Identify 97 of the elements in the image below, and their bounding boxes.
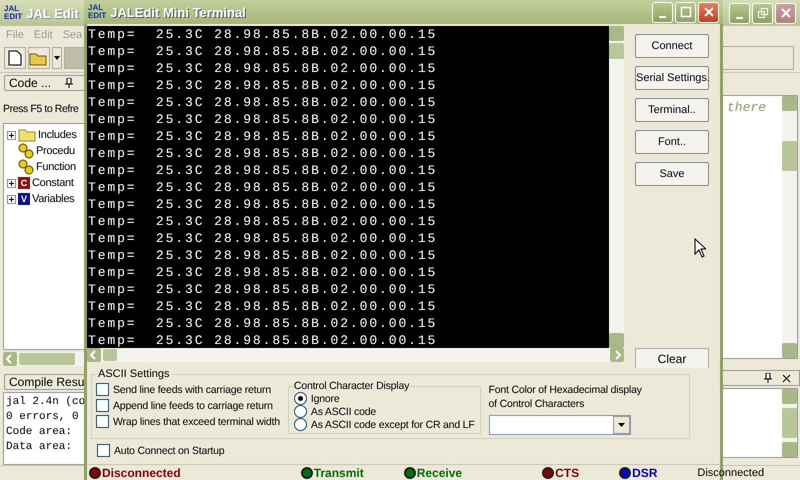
terminal-line: Temp= 25.3C 28.98.85.8B.02.00.00.15: [88, 298, 438, 315]
radio-label[interactable]: As ASCII code except for CR and LF: [310, 418, 475, 430]
terminal-line: Temp= 25.3C 28.98.85.8B.02.00.00.15: [88, 213, 438, 230]
terminal-line: Temp= 25.3C 28.98.85.8B.02.00.00.15: [88, 264, 438, 281]
app-logo: JAL EDIT: [88, 4, 106, 20]
checkbox-label[interactable]: Send line feeds with carriage return: [113, 384, 271, 396]
terminal-line: Temp= 25.3C 28.98.85.8B.02.00.00.15: [88, 332, 438, 348]
status-label: Receive: [416, 466, 462, 480]
horizontal-scrollbar[interactable]: [87, 348, 624, 362]
radio-label[interactable]: Ignore: [310, 392, 340, 404]
expand-icon[interactable]: [7, 194, 16, 204]
minimize-icon: [659, 16, 666, 18]
mouse-pointer-icon: [694, 238, 706, 258]
status-label: DSR: [632, 466, 658, 480]
maximize-icon: [680, 6, 692, 18]
tree-item[interactable]: Function: [36, 161, 76, 173]
folder-icon: [18, 128, 36, 142]
close-icon: [702, 6, 714, 18]
close-button[interactable]: [698, 2, 719, 22]
output-line: 0 errors, 0: [6, 411, 80, 425]
terminal-line: Temp= 25.3C 28.98.85.8B.02.00.00.15: [88, 196, 438, 213]
vertical-scrollbar[interactable]: [609, 26, 624, 348]
tree-item[interactable]: Procedu: [36, 145, 75, 157]
dropdown-arrow-icon: [618, 423, 625, 427]
field-label: of Control Characters: [488, 397, 586, 411]
status-label: Transmit: [314, 466, 364, 480]
terminal-line: Temp= 25.3C 28.98.85.8B.02.00.00.15: [88, 60, 438, 77]
tree-item[interactable]: Variables: [32, 193, 74, 205]
checkbox-label[interactable]: Append line feeds to carriage return: [113, 400, 273, 412]
terminal-line: Temp= 25.3C 28.98.85.8B.02.00.00.15: [88, 247, 438, 264]
scrollbar-thumb[interactable]: [19, 353, 75, 365]
close-button[interactable]: [775, 2, 796, 24]
open-folder-icon[interactable]: [28, 47, 50, 69]
horizontal-scrollbar[interactable]: [3, 352, 85, 366]
radio-button[interactable]: [294, 405, 307, 418]
radio-button[interactable]: [294, 418, 307, 431]
terminal-line: Temp= 25.3C 28.98.85.8B.02.00.00.15: [88, 230, 438, 247]
terminal-line: Temp= 25.3C 28.98.85.8B.02.00.00.15: [88, 43, 438, 60]
radio-label[interactable]: As ASCII code: [310, 406, 376, 418]
terminal-line: Temp= 25.3C 28.98.85.8B.02.00.00.15: [88, 145, 438, 162]
restore-icon: [756, 7, 768, 19]
tree-item[interactable]: Constant: [32, 177, 74, 189]
restore-button[interactable]: [752, 2, 773, 24]
app-logo: JAL EDIT: [4, 5, 22, 21]
push-button[interactable]: Connect: [635, 34, 709, 58]
group-title: Control Character Display: [294, 380, 410, 392]
status-label: CTS: [555, 466, 580, 480]
window-title: JALEdit Mini Terminal: [110, 4, 246, 20]
close-icon: [780, 7, 792, 19]
terminal-line: Temp= 25.3C 28.98.85.8B.02.00.00.15: [88, 111, 438, 128]
push-button[interactable]: Font..: [635, 130, 709, 154]
output-line: Data area:: [6, 441, 74, 455]
code-text: there: [726, 99, 766, 117]
type-badge: C: [18, 177, 30, 189]
checkbox[interactable]: [96, 415, 109, 428]
close-icon[interactable]: [782, 374, 791, 382]
terminal-line: Temp= 25.3C 28.98.85.8B.02.00.00.15: [88, 128, 438, 145]
checkbox-label[interactable]: Wrap lines that exceed terminal width: [113, 416, 280, 428]
field-label: Font Color of Hexadecimal display: [488, 383, 642, 397]
checkbox-label[interactable]: Auto Connect on Startup: [114, 444, 224, 456]
color-dropdown[interactable]: [488, 415, 631, 435]
maximize-button[interactable]: [675, 2, 696, 22]
push-button[interactable]: Serial Settings.: [635, 66, 709, 90]
terminal-line: Temp= 25.3C 28.98.85.8B.02.00.00.15: [88, 162, 438, 179]
hint-text: Press F5 to Refre: [3, 103, 80, 115]
connection-status: Disconnected: [697, 466, 764, 478]
tree-item[interactable]: Includes: [38, 129, 77, 141]
output-line: jal 2.4n (co: [6, 396, 83, 410]
checkbox[interactable]: [96, 383, 109, 396]
vertical-scrollbar[interactable]: [782, 389, 797, 457]
new-file-icon[interactable]: [4, 47, 26, 69]
push-button[interactable]: Save: [635, 162, 709, 186]
push-button[interactable]: Terminal..: [635, 98, 709, 122]
terminal-line: Temp= 25.3C 28.98.85.8B.02.00.00.15: [88, 94, 438, 111]
pin-icon[interactable]: [65, 78, 74, 88]
type-badge: V: [18, 193, 30, 205]
group-title: ASCII Settings: [97, 368, 171, 380]
status-label: Disconnected: [102, 466, 181, 480]
minimize-icon: [736, 16, 743, 18]
checkbox[interactable]: [97, 444, 110, 457]
minimize-button[interactable]: [729, 2, 750, 24]
expand-icon[interactable]: [7, 130, 16, 140]
output-line: Code area:: [6, 426, 74, 440]
expand-icon[interactable]: [7, 178, 16, 188]
terminal-line: Temp= 25.3C 28.98.85.8B.02.00.00.15: [88, 179, 438, 196]
clear-tab[interactable]: Clear: [635, 348, 709, 368]
checkbox[interactable]: [96, 399, 109, 412]
terminal-line: Temp= 25.3C 28.98.85.8B.02.00.00.15: [88, 26, 438, 43]
radio-button[interactable]: [294, 392, 307, 405]
minimize-button[interactable]: [652, 2, 673, 22]
vertical-scrollbar[interactable]: [782, 96, 797, 358]
terminal-line: Temp= 25.3C 28.98.85.8B.02.00.00.15: [88, 281, 438, 298]
terminal-line: Temp= 25.3C 28.98.85.8B.02.00.00.15: [88, 315, 438, 332]
pin-icon[interactable]: [764, 373, 772, 383]
terminal-line: Temp= 25.3C 28.98.85.8B.02.00.00.15: [88, 77, 438, 94]
scrollbar-thumb[interactable]: [103, 349, 117, 361]
window-title: JAL Edit: [26, 6, 79, 20]
